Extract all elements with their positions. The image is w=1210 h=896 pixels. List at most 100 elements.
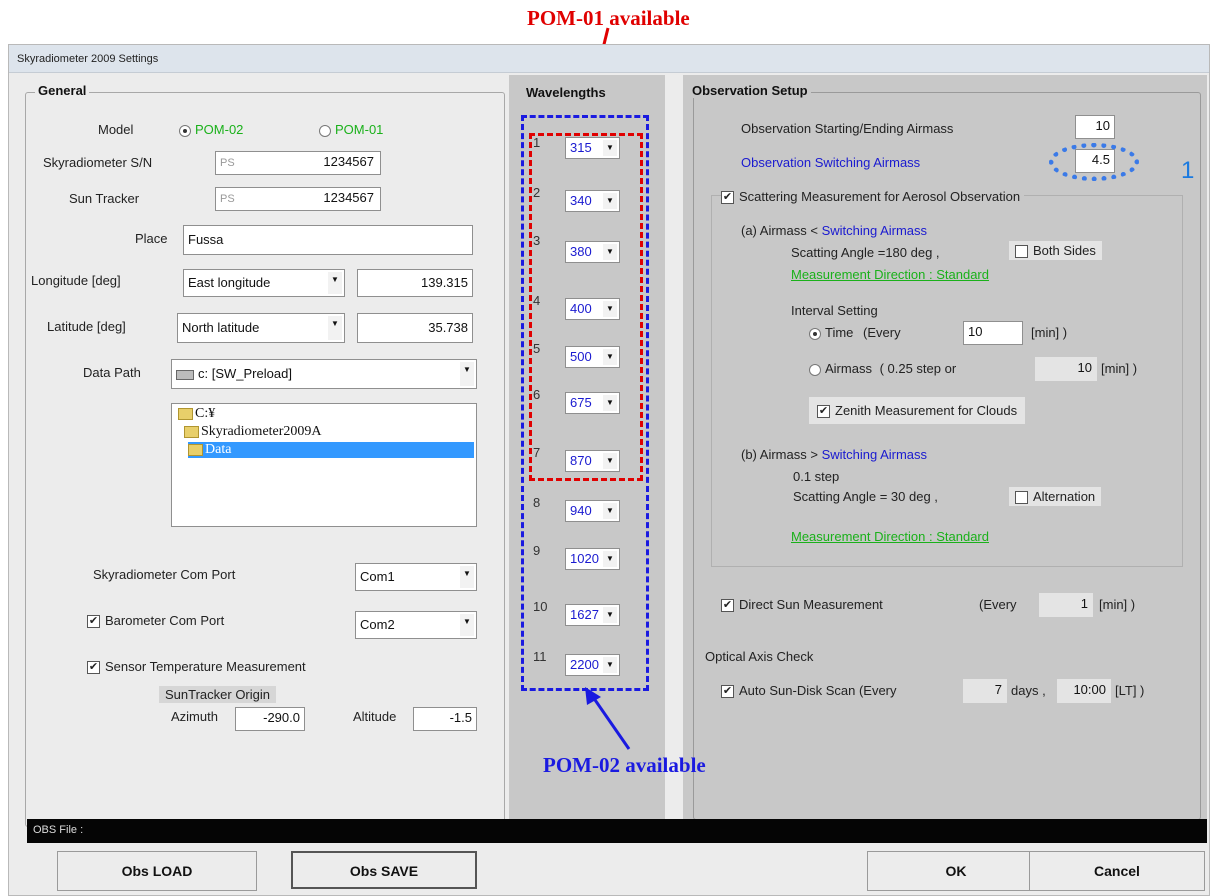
pom02-annotation: POM-02 available xyxy=(543,753,706,777)
pom02-arrow xyxy=(585,687,631,750)
datapath-label: Data Path xyxy=(83,365,141,380)
auto-scan-days-input[interactable]: 7 xyxy=(963,679,1007,703)
tree-item-root[interactable]: C:¥ xyxy=(178,406,215,422)
drive-icon xyxy=(176,369,194,380)
switching-label: Observation Switching Airmass xyxy=(741,155,921,170)
settings-window: Skyradiometer 2009 Settings General Mode… xyxy=(8,44,1210,896)
direct-sun-checkbox[interactable]: ✔ Direct Sun Measurement xyxy=(721,597,883,613)
sn-value: 1234567 xyxy=(323,154,374,169)
zenith-checkbox[interactable]: ✔ Zenith Measurement for Clouds xyxy=(809,397,1026,425)
cancel-button[interactable]: Cancel xyxy=(1029,851,1205,891)
model-label: Model xyxy=(98,122,134,137)
obs-file-label: OBS File : xyxy=(33,824,84,836)
chevron-down-icon: ▼ xyxy=(460,566,474,588)
model-option-pom01[interactable]: POM-01 xyxy=(319,122,383,137)
skyport-label: Skyradiometer Com Port xyxy=(93,567,236,582)
altitude-input[interactable]: -1.5 xyxy=(413,707,477,731)
azimuth-label: Azimuth xyxy=(171,709,218,724)
time-input[interactable]: 10 xyxy=(963,321,1023,345)
directory-tree[interactable]: C:¥ Skyradiometer2009A Data xyxy=(171,403,477,527)
sn-label: Skyradiometer S/N xyxy=(43,155,153,170)
folder-icon xyxy=(184,425,199,438)
skyport-select[interactable]: Com1 ▼ xyxy=(355,563,477,591)
longitude-input[interactable]: 139.315 xyxy=(357,269,473,297)
alternation-checkbox[interactable]: Alternation xyxy=(1009,487,1102,507)
radio-icon xyxy=(319,124,331,137)
direct-sun-prefix: (Every xyxy=(979,597,1017,612)
checkbox-icon xyxy=(1015,245,1028,259)
latitude-dir-select[interactable]: North latitude ▼ xyxy=(177,313,345,343)
time-radio[interactable]: Time (Every xyxy=(809,325,901,340)
sensor-temp-checkbox[interactable]: ✔ Sensor Temperature Measurement xyxy=(87,659,306,675)
obs-load-button[interactable]: Obs LOAD xyxy=(57,851,257,891)
a-angle-label: Scatting Angle =180 deg , xyxy=(791,245,940,260)
folder-icon xyxy=(188,443,203,456)
check-icon: ✔ xyxy=(721,685,734,699)
direct-sun-unit: [min] ) xyxy=(1099,597,1136,612)
altitude-label: Altitude xyxy=(353,709,397,724)
model-option-pom02[interactable]: POM-02 xyxy=(179,122,243,137)
airmass-input[interactable]: 10 xyxy=(1035,357,1097,381)
place-label: Place xyxy=(135,231,168,246)
folder-icon xyxy=(178,407,193,420)
tree-item-skyradiometer[interactable]: Skyradiometer2009A xyxy=(184,424,322,440)
b-angle-label: Scatting Angle = 30 deg , xyxy=(793,489,938,504)
tracker-label: Sun Tracker xyxy=(69,191,140,206)
chevron-down-icon: ▼ xyxy=(460,614,474,636)
check-icon: ✔ xyxy=(87,661,100,675)
optical-axis-label: Optical Axis Check xyxy=(705,649,814,664)
tree-item-data[interactable]: Data xyxy=(188,442,474,458)
baro-checkbox[interactable]: ✔ Barometer Com Port xyxy=(87,613,224,629)
check-icon: ✔ xyxy=(817,405,830,419)
direct-sun-input[interactable]: 1 xyxy=(1039,593,1093,617)
sn-field[interactable]: PS 1234567 xyxy=(215,151,381,175)
tracker-value: 1234567 xyxy=(323,190,374,205)
start-end-input[interactable]: 10 xyxy=(1075,115,1115,139)
time-unit: [min] ) xyxy=(1031,325,1068,340)
place-input[interactable]: Fussa xyxy=(183,225,473,255)
b-airmass-label: (b) Airmass > Switching Airmass xyxy=(741,447,928,462)
chevron-down-icon: ▼ xyxy=(460,362,474,386)
b-step-label: 0.1 step xyxy=(793,469,840,484)
auto-scan-days-unit: days , xyxy=(1011,683,1046,698)
chevron-down-icon: ▼ xyxy=(328,272,342,294)
checkbox-icon xyxy=(1015,491,1028,505)
general-title: General xyxy=(35,83,90,98)
marker-label: 1 xyxy=(1181,157,1195,184)
check-icon: ✔ xyxy=(87,615,100,629)
auto-scan-checkbox[interactable]: ✔ Auto Sun-Disk Scan (Every xyxy=(721,683,897,699)
pom01-box xyxy=(529,133,643,481)
radio-icon xyxy=(179,124,191,137)
radio-icon xyxy=(809,327,821,340)
auto-scan-unit: [LT] ) xyxy=(1115,683,1145,698)
observation-title: Observation Setup xyxy=(689,83,811,98)
tracker-field[interactable]: PS 1234567 xyxy=(215,187,381,211)
longitude-dir-select[interactable]: East longitude ▼ xyxy=(183,269,345,297)
interval-label: Interval Setting xyxy=(791,303,878,318)
a-airmass-label: (a) Airmass < Switching Airmass xyxy=(741,223,928,238)
sn-prefix: PS xyxy=(220,157,235,169)
datapath-select[interactable]: c: [SW_Preload] ▼ xyxy=(171,359,477,389)
check-icon: ✔ xyxy=(721,599,734,613)
scattering-checkbox[interactable]: ✔ Scattering Measurement for Aerosol Obse… xyxy=(721,189,1025,205)
baroport-select[interactable]: Com2 ▼ xyxy=(355,611,477,639)
window-title: Skyradiometer 2009 Settings xyxy=(9,45,1209,73)
switching-highlight xyxy=(1049,143,1139,181)
latitude-label: Latitude [deg] xyxy=(47,319,126,334)
ok-button[interactable]: OK xyxy=(867,851,1045,891)
a-direction-link[interactable]: Measurement Direction : Standard xyxy=(791,267,989,282)
airmass-radio[interactable]: Airmass ( 0.25 step or xyxy=(809,361,956,376)
chevron-down-icon: ▼ xyxy=(328,316,342,340)
auto-scan-time-input[interactable]: 10:00 xyxy=(1057,679,1111,703)
both-sides-checkbox[interactable]: Both Sides xyxy=(1009,241,1102,261)
airmass-unit: [min] ) xyxy=(1101,361,1138,376)
azimuth-input[interactable]: -290.0 xyxy=(235,707,305,731)
obs-file-bar: OBS File : xyxy=(27,819,1207,843)
start-end-label: Observation Starting/Ending Airmass xyxy=(741,121,954,136)
latitude-input[interactable]: 35.738 xyxy=(357,313,473,343)
b-direction-link[interactable]: Measurement Direction : Standard xyxy=(791,529,989,544)
wavelengths-title: Wavelengths xyxy=(526,85,606,100)
obs-save-button[interactable]: Obs SAVE xyxy=(291,851,477,889)
suntracker-origin-label: SunTracker Origin xyxy=(159,686,276,703)
longitude-label: Longitude [deg] xyxy=(31,273,121,288)
